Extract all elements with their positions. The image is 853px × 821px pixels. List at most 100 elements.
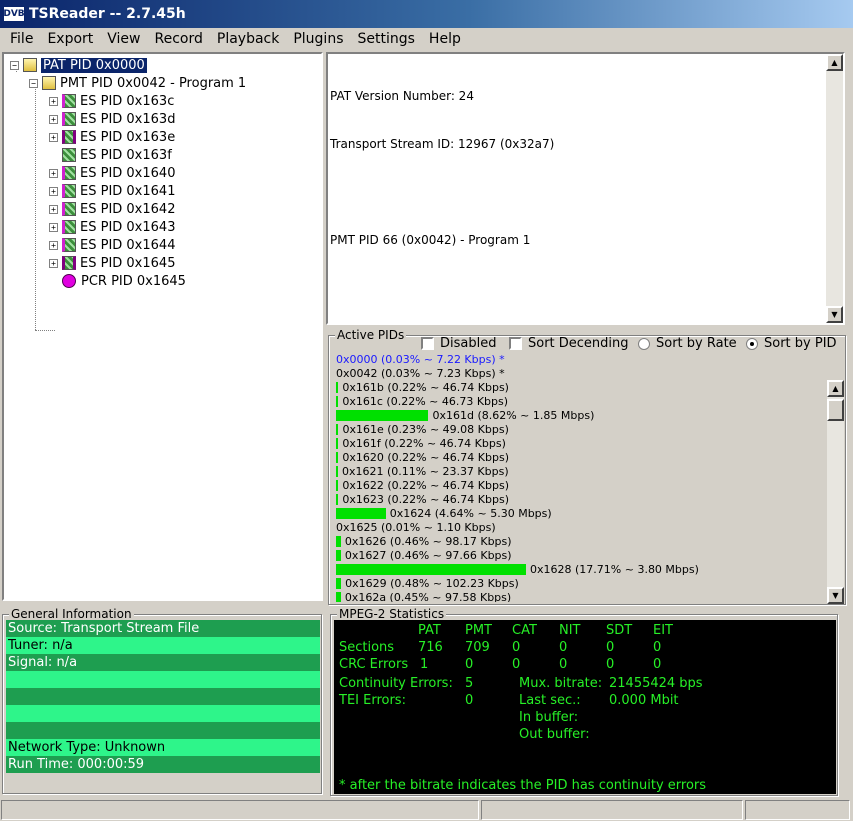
- tree-node-es[interactable]: ES PID 0x163f: [49, 146, 172, 164]
- menu-playback[interactable]: Playback: [210, 29, 286, 49]
- pid-row[interactable]: 0x161c (0.22% ~ 46.73 Kbps): [336, 394, 508, 408]
- tree-node-es[interactable]: + ES PID 0x163d: [49, 110, 175, 128]
- tree-label-es[interactable]: ES PID 0x1640: [80, 166, 175, 181]
- radio-button[interactable]: [746, 337, 758, 350]
- expand-icon[interactable]: +: [49, 168, 58, 178]
- pid-row[interactable]: 0x0000 (0.03% ~ 7.22 Kbps) *: [336, 352, 505, 366]
- video-stream-icon: [62, 94, 76, 108]
- scroll-down-icon[interactable]: ▼: [827, 587, 844, 604]
- tree-label-es[interactable]: ES PID 0x163e: [80, 130, 175, 145]
- tree-node-es[interactable]: + ES PID 0x163c: [49, 92, 174, 110]
- checkbox-box[interactable]: [509, 337, 522, 350]
- tree-node-pmt[interactable]: − PMT PID 0x0042 - Program 1: [29, 74, 246, 92]
- pid-row-text: 0x1628 (17.71% ~ 3.80 Mbps): [530, 562, 699, 576]
- checkbox-box[interactable]: [421, 337, 434, 350]
- pid-row[interactable]: 0x161e (0.23% ~ 49.08 Kbps): [336, 422, 509, 436]
- pid-scrollbar[interactable]: ▲ ▼: [827, 380, 844, 604]
- menu-record[interactable]: Record: [148, 29, 210, 49]
- tree-label-es[interactable]: ES PID 0x1644: [80, 238, 175, 253]
- tree-node-es[interactable]: + ES PID 0x1642: [49, 200, 175, 218]
- gi-network-type: Network Type: Unknown: [6, 739, 320, 756]
- disabled-checkbox[interactable]: Disabled: [421, 336, 496, 351]
- pid-row[interactable]: 0x162a (0.45% ~ 97.58 Kbps): [336, 590, 511, 602]
- pid-row[interactable]: 0x1625 (0.01% ~ 1.10 Kbps): [336, 520, 496, 534]
- sort-descending-checkbox[interactable]: Sort Decending: [509, 336, 629, 351]
- info-scrollbar[interactable]: ▲ ▼: [826, 54, 843, 323]
- tree-node-es[interactable]: + ES PID 0x1640: [49, 164, 175, 182]
- tree-label-es[interactable]: ES PID 0x1642: [80, 202, 175, 217]
- tree-label-es[interactable]: ES PID 0x1645: [80, 256, 175, 271]
- scroll-thumb[interactable]: [827, 399, 844, 421]
- info-pane[interactable]: PAT Version Number: 24 Transport Stream …: [326, 52, 845, 325]
- pid-row[interactable]: 0x161d (8.62% ~ 1.85 Mbps): [336, 408, 594, 422]
- tree-label-es[interactable]: ES PID 0x1641: [80, 184, 175, 199]
- tree-label-pcr[interactable]: PCR PID 0x1645: [81, 274, 186, 289]
- tree-label-es[interactable]: ES PID 0x163f: [80, 148, 172, 163]
- pid-row-text: 0x161f (0.22% ~ 46.74 Kbps): [342, 436, 506, 450]
- scroll-up-icon[interactable]: ▲: [827, 380, 844, 397]
- expand-icon[interactable]: +: [49, 114, 58, 124]
- stat-header-pmt: PMT: [465, 623, 492, 638]
- tree-node-es[interactable]: + ES PID 0x1644: [49, 236, 175, 254]
- status-panel-right: [745, 800, 850, 820]
- pid-row[interactable]: 0x1623 (0.22% ~ 46.74 Kbps): [336, 492, 509, 506]
- menu-view[interactable]: View: [100, 29, 147, 49]
- tree-label-es[interactable]: ES PID 0x163d: [80, 112, 175, 127]
- tree-node-es[interactable]: + ES PID 0x163e: [49, 128, 175, 146]
- scroll-up-icon[interactable]: ▲: [826, 54, 843, 71]
- collapse-icon[interactable]: −: [10, 60, 19, 70]
- tei-label: TEI Errors:: [339, 693, 406, 708]
- collapse-icon[interactable]: −: [29, 78, 38, 88]
- tree-node-pat[interactable]: − PAT PID 0x0000: [10, 56, 148, 74]
- tree-label-es[interactable]: ES PID 0x1643: [80, 220, 175, 235]
- sort-by-rate-radio[interactable]: Sort by Rate: [638, 336, 737, 351]
- radio-button[interactable]: [638, 337, 650, 350]
- recorded-stream-icon: [62, 130, 76, 144]
- sections-pmt: 709: [465, 640, 490, 655]
- pid-row[interactable]: 0x1628 (17.71% ~ 3.80 Mbps): [336, 562, 699, 576]
- tree-node-pcr[interactable]: PCR PID 0x1645: [62, 272, 186, 290]
- tree-label-pat[interactable]: PAT PID 0x0000: [40, 56, 148, 74]
- pat-table-icon: [23, 58, 37, 72]
- pid-row[interactable]: 0x1629 (0.48% ~ 102.23 Kbps): [336, 576, 519, 590]
- pid-row-text: 0x0042 (0.03% ~ 7.23 Kbps) *: [336, 366, 505, 380]
- menu-export[interactable]: Export: [40, 29, 100, 49]
- pid-tree[interactable]: − PAT PID 0x0000 − PMT PID 0x0042 - Prog…: [2, 52, 323, 601]
- pid-list[interactable]: 0x0000 (0.03% ~ 7.22 Kbps) * 0x0042 (0.03…: [330, 351, 828, 602]
- menu-settings[interactable]: Settings: [351, 29, 422, 49]
- pid-row[interactable]: 0x161b (0.22% ~ 46.74 Kbps): [336, 380, 509, 394]
- tree-label-es[interactable]: ES PID 0x163c: [80, 94, 174, 109]
- expand-icon[interactable]: +: [49, 186, 58, 196]
- pid-row[interactable]: 0x1626 (0.46% ~ 98.17 Kbps): [336, 534, 512, 548]
- pid-rate-bar: [336, 535, 341, 547]
- pid-row[interactable]: 0x1621 (0.11% ~ 23.37 Kbps): [336, 464, 509, 478]
- menu-help[interactable]: Help: [422, 29, 468, 49]
- menu-plugins[interactable]: Plugins: [286, 29, 350, 49]
- expand-icon[interactable]: +: [49, 96, 58, 106]
- scroll-down-icon[interactable]: ▼: [826, 306, 843, 323]
- tree-label-pmt[interactable]: PMT PID 0x0042 - Program 1: [60, 76, 246, 91]
- expand-icon[interactable]: +: [49, 240, 58, 250]
- pid-row[interactable]: 0x1622 (0.22% ~ 46.74 Kbps): [336, 478, 509, 492]
- pid-row[interactable]: 0x161f (0.22% ~ 46.74 Kbps): [336, 436, 506, 450]
- pid-row[interactable]: 0x1620 (0.22% ~ 46.74 Kbps): [336, 450, 509, 464]
- pid-row[interactable]: 0x1627 (0.46% ~ 97.66 Kbps): [336, 548, 512, 562]
- mux-bitrate-label: Mux. bitrate:: [519, 676, 603, 691]
- pid-rate-bar: [336, 479, 339, 491]
- sort-by-rate-label: Sort by Rate: [656, 336, 737, 351]
- pid-row[interactable]: 0x0042 (0.03% ~ 7.23 Kbps) *: [336, 366, 505, 380]
- expand-icon[interactable]: +: [49, 222, 58, 232]
- tree-node-es[interactable]: + ES PID 0x1643: [49, 218, 175, 236]
- pid-row-text: 0x1627 (0.46% ~ 97.66 Kbps): [344, 548, 512, 562]
- out-buffer-label: Out buffer:: [519, 727, 590, 742]
- pid-row-text: 0x161d (8.62% ~ 1.85 Mbps): [432, 408, 595, 422]
- pid-rate-bar: [336, 423, 339, 435]
- pid-row[interactable]: 0x1624 (4.64% ~ 5.30 Mbps): [336, 506, 552, 520]
- expand-icon[interactable]: +: [49, 258, 58, 268]
- menu-file[interactable]: File: [3, 29, 40, 49]
- tree-node-es[interactable]: + ES PID 0x1641: [49, 182, 175, 200]
- expand-icon[interactable]: +: [49, 132, 58, 142]
- tree-node-es[interactable]: + ES PID 0x1645: [49, 254, 175, 272]
- expand-icon[interactable]: +: [49, 204, 58, 214]
- sort-by-pid-radio[interactable]: Sort by PID: [746, 336, 837, 351]
